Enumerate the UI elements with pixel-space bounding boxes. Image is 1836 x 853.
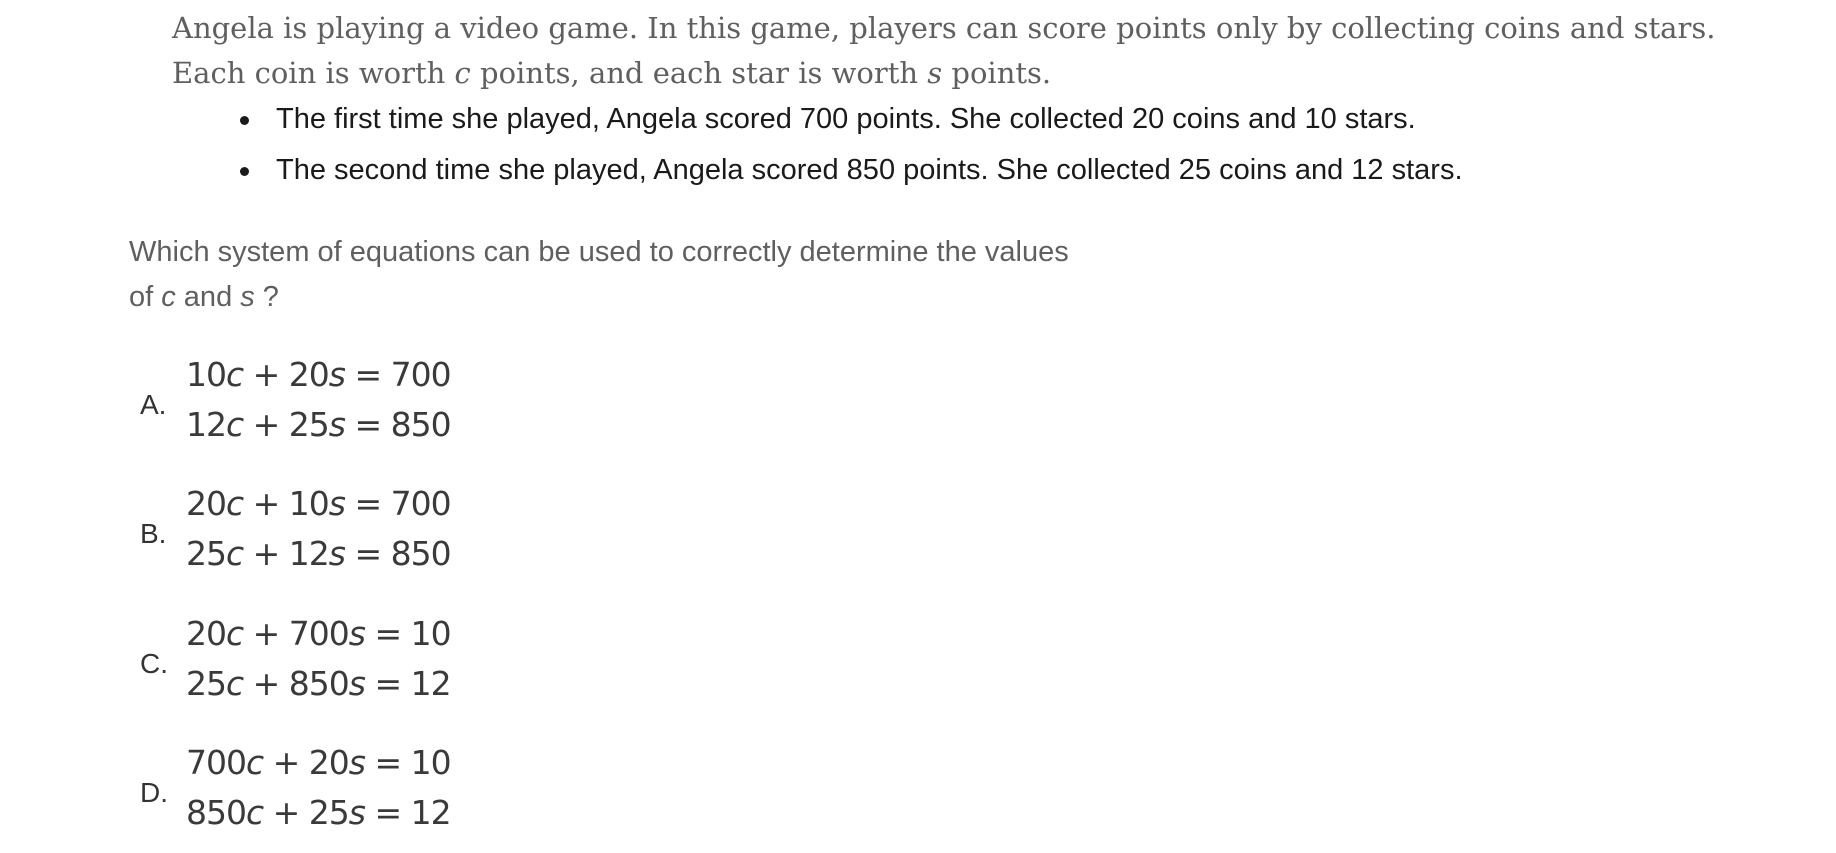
right-hand-side: = 10: [365, 743, 451, 782]
variable-c: c: [226, 355, 244, 394]
list-item-text: The second time she played, Angela score…: [276, 154, 1463, 186]
operator: +: [263, 743, 309, 782]
variable-c: c: [226, 664, 244, 703]
question-text: of: [129, 281, 162, 313]
bullet-icon: [240, 167, 249, 176]
variable-c: c: [454, 56, 471, 90]
variable-c: c: [226, 614, 244, 653]
answer-choice-d[interactable]: D. 700c + 20s = 10 850c + 25s = 12: [138, 743, 558, 853]
equation-1: 20c + 10s = 700: [186, 484, 452, 523]
passage-text: points, and each star is worth: [470, 56, 928, 90]
variable-c: c: [246, 793, 264, 832]
right-hand-side: = 700: [345, 484, 451, 523]
equation-2: 12c + 25s = 850: [186, 405, 452, 444]
variable-c: c: [226, 484, 244, 523]
equation-1: 20c + 700s = 10: [186, 614, 452, 653]
operator: +: [263, 793, 309, 832]
coefficient: 700: [288, 614, 350, 653]
equation-1: 10c + 20s = 700: [186, 355, 452, 394]
question-text: ?: [254, 281, 279, 313]
right-hand-side: = 10: [365, 614, 451, 653]
choice-letter: C.: [140, 648, 168, 679]
equation-1: 700c + 20s = 10: [186, 743, 452, 782]
coefficient: 20: [288, 355, 330, 394]
coefficient: 700: [186, 743, 247, 782]
variable-s: s: [328, 484, 346, 523]
facts-list: The first time she played, Angela scored…: [238, 94, 1463, 196]
list-item: The first time she played, Angela scored…: [238, 94, 1463, 145]
answer-choice-a[interactable]: A. 10c + 20s = 700 12c + 25s = 850: [138, 355, 558, 465]
equation-2: 25c + 850s = 12: [186, 664, 452, 703]
operator: +: [243, 614, 289, 653]
coefficient: 25: [308, 793, 350, 832]
coefficient: 12: [288, 534, 330, 573]
right-hand-side: = 12: [365, 664, 451, 703]
answer-choice-c[interactable]: C. 20c + 700s = 10 25c + 850s = 12: [138, 614, 558, 724]
variable-s: s: [328, 355, 346, 394]
operator: +: [243, 484, 289, 523]
passage-line-2: Each coin is worth c points, and each st…: [172, 51, 1812, 96]
coefficient: 20: [186, 614, 227, 653]
list-item: The second time she played, Angela score…: [238, 145, 1463, 196]
question-prompt: Which system of equations can be used to…: [129, 230, 1229, 320]
list-item-text: The first time she played, Angela scored…: [276, 103, 1416, 135]
variable-s: s: [328, 405, 346, 444]
operator: +: [243, 534, 289, 573]
coefficient: 25: [186, 664, 227, 703]
question-line-2: of c and s ?: [129, 275, 1229, 320]
variable-s: s: [348, 793, 366, 832]
equation-2: 850c + 25s = 12: [186, 793, 452, 832]
variable-s: s: [240, 281, 255, 313]
choice-letter: B.: [140, 518, 167, 549]
variable-c: c: [246, 743, 264, 782]
passage-text: points.: [942, 56, 1052, 90]
variable-c: c: [226, 534, 244, 573]
operator: +: [243, 405, 289, 444]
coefficient: 25: [288, 405, 330, 444]
choice-letter: D.: [140, 777, 168, 808]
coefficient: 850: [186, 793, 247, 832]
right-hand-side: = 850: [345, 405, 451, 444]
variable-c: c: [226, 405, 244, 444]
coefficient: 10: [186, 355, 227, 394]
equation-2: 25c + 12s = 850: [186, 534, 452, 573]
passage-text: Each coin is worth: [172, 56, 455, 90]
answer-choice-b[interactable]: B. 20c + 10s = 700 25c + 12s = 850: [138, 484, 558, 594]
coefficient: 20: [186, 484, 227, 523]
right-hand-side: = 850: [345, 534, 451, 573]
coefficient: 25: [186, 534, 227, 573]
question-line-1: Which system of equations can be used to…: [129, 236, 1069, 268]
variable-s: s: [348, 664, 366, 703]
question-passage: Angela is playing a video game. In this …: [172, 6, 1812, 96]
choice-letter: A.: [140, 389, 167, 420]
passage-line-1: Angela is playing a video game. In this …: [172, 11, 1716, 45]
operator: +: [243, 355, 289, 394]
coefficient: 20: [308, 743, 350, 782]
right-hand-side: = 12: [365, 793, 451, 832]
variable-s: s: [348, 614, 366, 653]
variable-s: s: [328, 534, 346, 573]
variable-s: s: [348, 743, 366, 782]
question-text: and: [175, 281, 241, 313]
coefficient: 10: [288, 484, 330, 523]
bullet-icon: [240, 116, 249, 125]
coefficient: 12: [186, 405, 227, 444]
right-hand-side: = 700: [345, 355, 451, 394]
variable-c: c: [161, 281, 176, 313]
coefficient: 850: [288, 664, 350, 703]
operator: +: [243, 664, 289, 703]
variable-s: s: [927, 56, 943, 90]
